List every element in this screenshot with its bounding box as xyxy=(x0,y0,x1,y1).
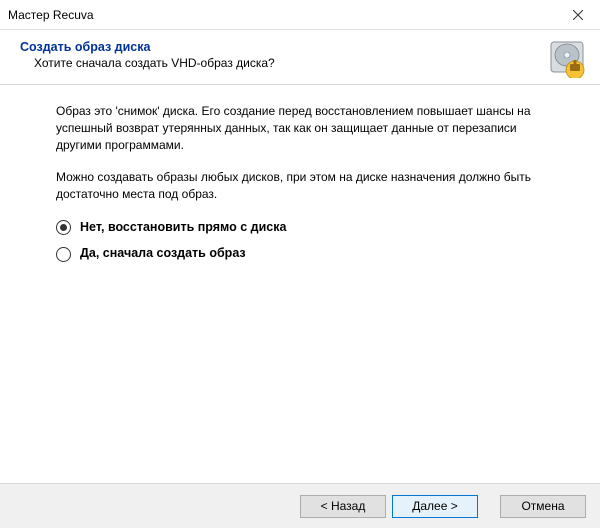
close-button[interactable] xyxy=(555,0,600,30)
close-icon xyxy=(573,10,583,20)
radio-group: Нет, восстановить прямо с диска Да, снач… xyxy=(56,219,550,263)
wizard-content: Образ это 'снимок' диска. Его создание п… xyxy=(0,85,600,292)
cancel-button[interactable]: Отмена xyxy=(500,495,586,518)
radio-label: Нет, восстановить прямо с диска xyxy=(80,219,286,237)
radio-option-no[interactable]: Нет, восстановить прямо с диска xyxy=(56,219,550,237)
description-para-1: Образ это 'снимок' диска. Его создание п… xyxy=(56,103,550,153)
next-button[interactable]: Далее > xyxy=(392,495,478,518)
wizard-footer: < Назад Далее > Отмена xyxy=(0,483,600,528)
page-title: Создать образ диска xyxy=(20,40,580,54)
back-button[interactable]: < Назад xyxy=(300,495,386,518)
page-subtitle: Хотите сначала создать VHD-образ диска? xyxy=(20,56,580,70)
description-para-2: Можно создавать образы любых дисков, при… xyxy=(56,169,550,203)
radio-icon xyxy=(56,247,71,262)
titlebar: Мастер Recuva xyxy=(0,0,600,30)
radio-label: Да, сначала создать образ xyxy=(80,245,246,263)
window-title: Мастер Recuva xyxy=(8,8,94,22)
disk-icon xyxy=(548,40,586,78)
radio-option-yes[interactable]: Да, сначала создать образ xyxy=(56,245,550,263)
wizard-header: Создать образ диска Хотите сначала созда… xyxy=(0,30,600,84)
radio-icon xyxy=(56,220,71,235)
